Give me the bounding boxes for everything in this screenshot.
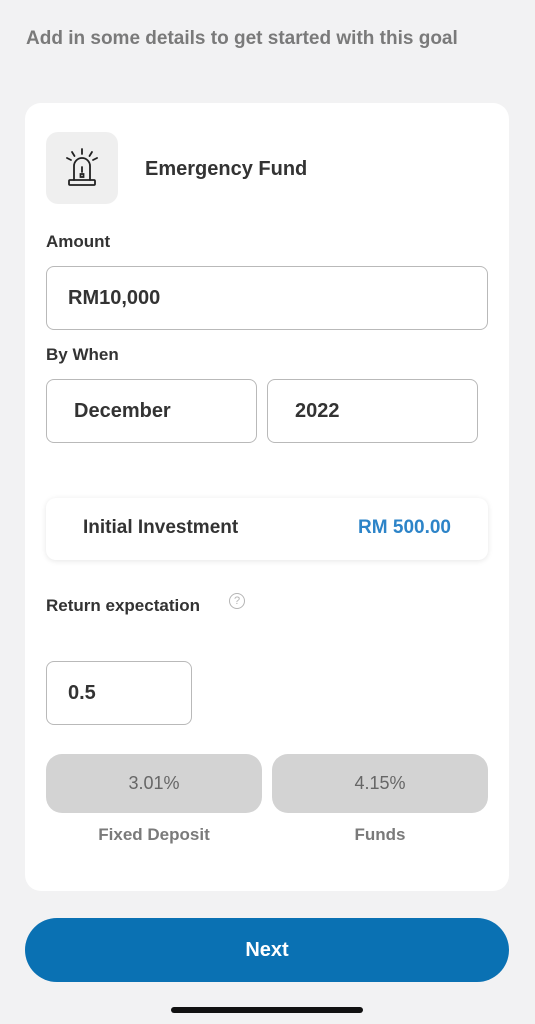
return-expectation-value: 0.5: [68, 681, 96, 704]
goal-title: Emergency Fund: [145, 158, 308, 180]
help-icon[interactable]: ?: [229, 593, 245, 609]
year-value: 2022: [295, 399, 340, 422]
goal-icon-container: [46, 132, 118, 204]
year-field[interactable]: 2022: [267, 379, 478, 443]
amount-field[interactable]: RM10,000: [46, 266, 488, 330]
amount-value: RM10,000: [68, 286, 161, 309]
initial-investment-label: Initial Investment: [83, 517, 239, 538]
return-expectation-field[interactable]: 0.5: [46, 661, 192, 725]
return-expectation-label: Return expectation: [46, 596, 200, 615]
month-field[interactable]: December: [46, 379, 257, 443]
funds-option[interactable]: 4.15%: [272, 754, 488, 813]
fixed-deposit-label: Fixed Deposit: [98, 825, 210, 844]
goal-details-card: Emergency Fund Amount RM10,000 By When D…: [25, 103, 509, 891]
initial-investment-box: Initial Investment RM 500.00: [46, 498, 488, 560]
funds-label: Funds: [354, 825, 406, 844]
home-indicator: [171, 1007, 363, 1013]
month-value: December: [74, 399, 171, 422]
siren-icon: [66, 148, 98, 186]
fixed-deposit-option[interactable]: 3.01%: [46, 754, 262, 813]
by-when-label: By When: [46, 345, 119, 364]
intro-text: Add in some details to get started with …: [26, 28, 458, 49]
initial-investment-value: RM 500.00: [358, 517, 451, 538]
amount-label: Amount: [46, 232, 111, 251]
next-button[interactable]: Next: [25, 918, 509, 982]
